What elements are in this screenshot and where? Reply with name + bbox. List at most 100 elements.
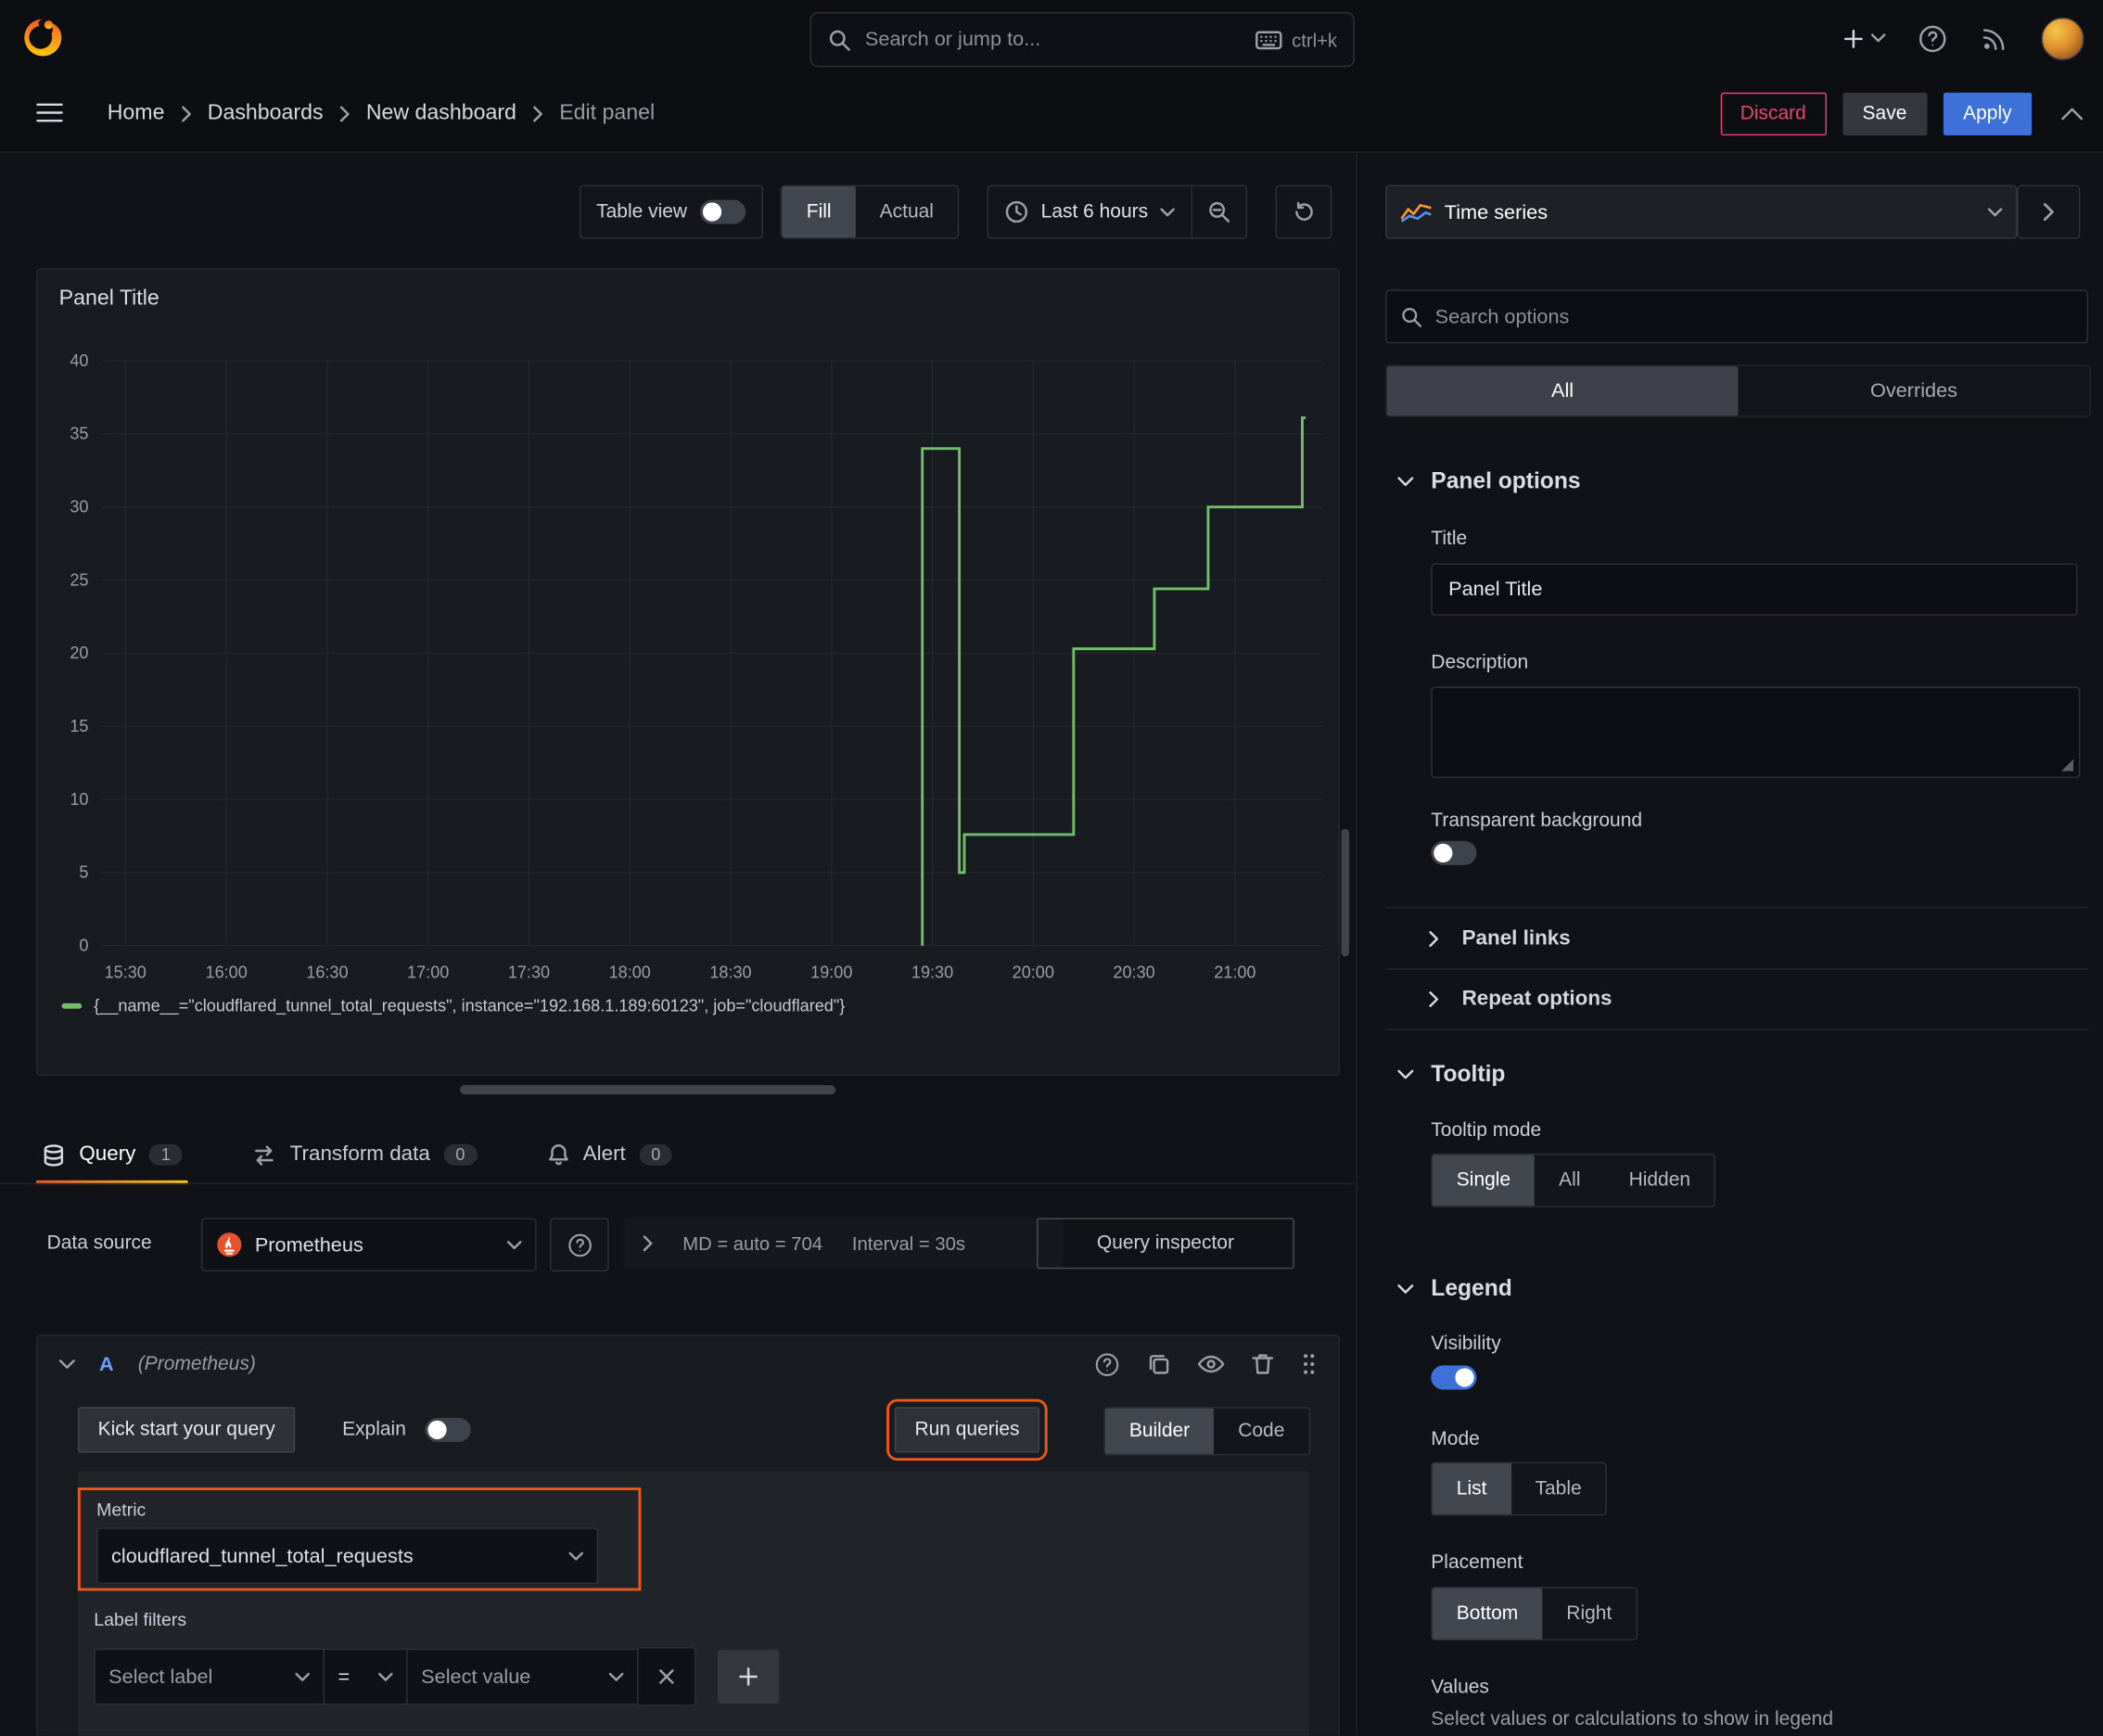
horizontal-scrollbar[interactable] <box>460 1085 836 1095</box>
news-button[interactable] <box>1980 23 2009 53</box>
chevron-right-icon <box>181 106 191 122</box>
mode-table[interactable]: Table <box>1510 1463 1605 1514</box>
transparent-background-toggle[interactable] <box>1431 840 1477 865</box>
refresh-button[interactable] <box>1275 185 1332 239</box>
fill-option[interactable]: Fill <box>782 186 856 238</box>
user-avatar[interactable] <box>2041 17 2084 60</box>
transparent-background-label: Transparent background <box>1431 810 1643 832</box>
data-source-picker[interactable]: Prometheus <box>200 1218 537 1272</box>
query-toolbar: Kick start your query Explain Run querie… <box>77 1398 1310 1462</box>
tab-transform-data[interactable]: Transform data 0 <box>247 1127 482 1183</box>
mode-list[interactable]: List <box>1432 1463 1511 1514</box>
chevron-down-icon <box>1397 1069 1414 1079</box>
time-controls: Last 6 hours <box>987 185 1248 239</box>
transform-icon <box>255 1144 274 1165</box>
svg-text:17:00: 17:00 <box>407 963 449 981</box>
operator-select[interactable]: = <box>325 1648 408 1705</box>
prometheus-icon <box>217 1232 242 1257</box>
grafana-logo[interactable] <box>21 16 64 58</box>
menu-toggle-button[interactable] <box>36 100 63 124</box>
visibility-toggle[interactable] <box>1431 1365 1477 1390</box>
query-datasource-hint: (Prometheus) <box>137 1353 256 1375</box>
kick-start-button[interactable]: Kick start your query <box>77 1407 296 1453</box>
tooltip-hidden[interactable]: Hidden <box>1605 1155 1715 1206</box>
discard-button[interactable]: Discard <box>1720 92 1827 136</box>
value-select[interactable]: Select value <box>407 1648 639 1705</box>
resize-handle[interactable] <box>2061 759 2074 772</box>
placement-bottom[interactable]: Bottom <box>1432 1588 1543 1640</box>
shortcut-hint: ctrl+k <box>1255 29 1337 50</box>
time-series-chart[interactable]: 0 5 10 15 20 25 30 35 40 15:30 16:00 16:30 17:00 17:3… <box>37 337 1338 1007</box>
svg-text:15:30: 15:30 <box>105 963 147 981</box>
global-search-placeholder: Search or jump to... <box>864 28 1041 51</box>
actual-option[interactable]: Actual <box>856 186 958 237</box>
description-textarea[interactable] <box>1431 686 2081 778</box>
chevron-down-icon <box>1987 207 2003 216</box>
tab-alert[interactable]: Alert 0 <box>542 1127 678 1183</box>
legend-header[interactable]: Legend <box>1397 1276 1512 1303</box>
global-search-input[interactable]: Search or jump to... ctrl+k <box>809 12 1355 68</box>
run-queries-button[interactable]: Run queries <box>886 1398 1048 1462</box>
breadcrumb-dashboards[interactable]: Dashboards <box>208 102 324 126</box>
legend-placement-switch: Bottom Right <box>1431 1587 1638 1640</box>
query-ref-id[interactable]: A <box>99 1353 114 1376</box>
plus-icon <box>739 1667 758 1686</box>
visualization-picker[interactable]: Time series <box>1385 185 2018 239</box>
repeat-options-row[interactable]: Repeat options <box>1385 968 2089 1030</box>
svg-text:20:00: 20:00 <box>1013 963 1054 981</box>
visualization-value: Time series <box>1444 200 1549 223</box>
breadcrumb-new-dashboard[interactable]: New dashboard <box>366 102 516 126</box>
add-filter-button[interactable] <box>717 1650 780 1704</box>
remove-filter-button[interactable] <box>638 1647 696 1706</box>
trash-icon[interactable] <box>1251 1352 1274 1376</box>
builder-code-switch: Builder Code <box>1103 1407 1310 1456</box>
chevron-up-icon[interactable] <box>2061 108 2084 121</box>
apply-button[interactable]: Apply <box>1943 92 2033 136</box>
drag-handle-icon[interactable] <box>1301 1352 1317 1376</box>
tooltip-single[interactable]: Single <box>1432 1155 1536 1206</box>
tooltip-header[interactable]: Tooltip <box>1397 1061 1505 1088</box>
chevron-down-icon <box>1397 477 1414 487</box>
new-menu-button[interactable] <box>1842 26 1886 50</box>
query-inspector-button[interactable]: Query inspector <box>1037 1218 1294 1270</box>
zoom-out-button[interactable] <box>1191 186 1245 238</box>
tab-alert-count: 0 <box>639 1143 673 1166</box>
panel-title-input[interactable] <box>1431 563 2078 616</box>
builder-option[interactable]: Builder <box>1104 1408 1215 1454</box>
query-options-bar[interactable]: MD = auto = 704 Interval = 30s <box>623 1218 1064 1270</box>
help-icon[interactable] <box>1094 1351 1119 1376</box>
tab-query[interactable]: Query 1 <box>36 1127 188 1185</box>
tab-overrides[interactable]: Overrides <box>1739 366 2090 416</box>
help-button[interactable] <box>1918 23 1947 53</box>
tooltip-all[interactable]: All <box>1535 1155 1604 1206</box>
datasource-help-button[interactable] <box>550 1218 609 1272</box>
chart-legend: {__name__="cloudflared_tunnel_total_requ… <box>61 997 845 1015</box>
metric-highlight-box: Metric cloudflared_tunnel_total_requests <box>77 1487 642 1591</box>
series-label[interactable]: {__name__="cloudflared_tunnel_total_requ… <box>94 997 845 1015</box>
code-option[interactable]: Code <box>1214 1409 1308 1454</box>
panel-links-row[interactable]: Panel links <box>1385 906 2089 969</box>
save-button[interactable]: Save <box>1842 92 1928 136</box>
svg-text:18:30: 18:30 <box>709 963 751 981</box>
metric-select[interactable]: cloudflared_tunnel_total_requests <box>96 1527 599 1585</box>
explain-toggle[interactable] <box>425 1417 471 1442</box>
duplicate-icon[interactable] <box>1147 1352 1171 1376</box>
svg-text:21:00: 21:00 <box>1214 963 1255 981</box>
placement-right[interactable]: Right <box>1542 1589 1636 1640</box>
keyboard-icon <box>1255 30 1282 49</box>
time-range-label: Last 6 hours <box>1040 200 1149 223</box>
time-range-picker[interactable]: Last 6 hours <box>988 186 1191 237</box>
eye-icon[interactable] <box>1197 1353 1225 1374</box>
options-search[interactable]: Search options <box>1385 289 2089 344</box>
label-select[interactable]: Select label <box>94 1648 325 1705</box>
chevron-right-icon <box>1429 991 1439 1008</box>
vertical-scrollbar[interactable] <box>1341 828 1350 957</box>
tab-all[interactable]: All <box>1386 365 1739 416</box>
collapse-options-button[interactable] <box>2017 185 2081 239</box>
collapse-query-icon[interactable] <box>58 1359 75 1370</box>
table-view-toggle[interactable] <box>700 199 746 224</box>
breadcrumb-edit-panel: Edit panel <box>559 101 656 125</box>
breadcrumb-home[interactable]: Home <box>108 102 165 126</box>
panel-options-header[interactable]: Panel options <box>1397 468 1581 495</box>
breadcrumb: Home Dashboards New dashboard Edit panel <box>108 76 655 151</box>
